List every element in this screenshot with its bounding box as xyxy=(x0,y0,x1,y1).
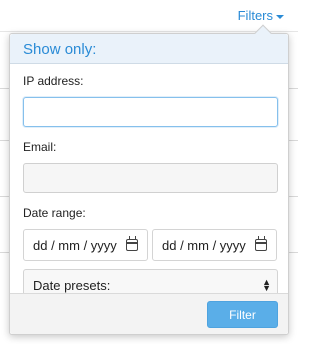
filter-button[interactable]: Filter xyxy=(207,301,278,328)
background-divider xyxy=(288,252,298,253)
filters-dropdown: Show only: IP address: Email: Date range… xyxy=(9,24,289,335)
filters-toggle-label: Filters xyxy=(237,8,273,23)
ip-address-label: IP address: xyxy=(23,74,84,88)
filters-toggle[interactable]: Filters xyxy=(238,8,284,23)
ip-address-input[interactable] xyxy=(23,97,278,127)
date-presets-value: Date presets: xyxy=(33,277,111,293)
date-from-placeholder: dd / mm / yyyy xyxy=(33,237,117,253)
filters-form: IP address: Email: Date range: dd / mm /… xyxy=(10,64,288,301)
dropdown-header: Show only: xyxy=(10,34,288,64)
email-input[interactable] xyxy=(23,163,278,193)
caret-down-icon xyxy=(276,14,284,19)
background-divider xyxy=(288,196,298,197)
date-to-input[interactable]: dd / mm / yyyy xyxy=(152,229,277,261)
date-to-placeholder: dd / mm / yyyy xyxy=(162,237,246,253)
calendar-icon[interactable] xyxy=(255,236,267,251)
background-divider xyxy=(288,88,298,89)
select-arrows-icon: ▲ ▼ xyxy=(262,277,271,293)
date-range-row: dd / mm / yyyy dd / mm / yyyy xyxy=(23,229,277,261)
date-from-input[interactable]: dd / mm / yyyy xyxy=(23,229,148,261)
date-range-label: Date range: xyxy=(23,206,86,220)
dropdown-title: Show only: xyxy=(23,41,97,58)
email-label: Email: xyxy=(23,140,57,154)
calendar-icon[interactable] xyxy=(126,236,138,251)
dropdown-footer: Filter xyxy=(10,293,288,334)
background-divider xyxy=(0,31,298,32)
background-divider xyxy=(288,140,298,141)
